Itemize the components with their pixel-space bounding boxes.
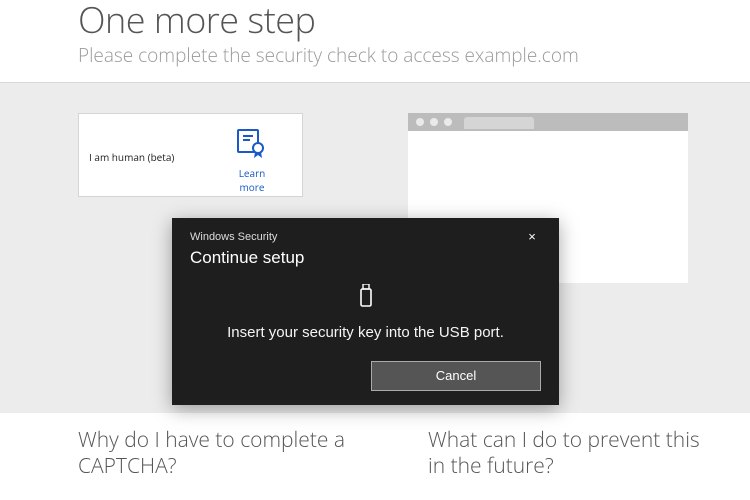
window-dot-icon [444, 118, 452, 126]
faq-why-captcha: Why do I have to complete a CAPTCHA? [78, 427, 368, 480]
faq-prevent-future: What can I do to prevent this in the fut… [428, 427, 718, 480]
captcha-branding: Learn more [225, 126, 279, 196]
page-header: One more step Please complete the securi… [0, 0, 750, 83]
dialog-window-title: Windows Security [190, 231, 277, 243]
window-dot-icon [430, 118, 438, 126]
usb-key-icon [190, 284, 541, 313]
challenge-area: I am human (beta) Learn more Windo [0, 83, 750, 413]
page-title: One more step [78, 0, 750, 40]
browser-titlebar [408, 113, 688, 131]
cancel-button[interactable]: Cancel [371, 361, 541, 391]
browser-tab [464, 117, 534, 129]
window-dot-icon [416, 118, 424, 126]
dialog-heading: Continue setup [190, 248, 541, 268]
captcha-learn-more-link[interactable]: Learn more [225, 166, 279, 194]
page-subtitle: Please complete the security check to ac… [78, 42, 750, 68]
dialog-actions: Cancel [190, 361, 541, 391]
dialog-titlebar: Windows Security × [190, 228, 541, 246]
captcha-widget[interactable]: I am human (beta) Learn more [78, 113, 303, 197]
close-button[interactable]: × [523, 228, 541, 246]
dialog-message: Insert your security key into the USB po… [190, 323, 541, 343]
faq-section: Why do I have to complete a CAPTCHA? Wha… [0, 413, 750, 480]
captcha-label: I am human (beta) [89, 150, 174, 164]
certificate-icon [225, 126, 279, 160]
windows-security-dialog: Windows Security × Continue setup Insert… [172, 218, 559, 405]
close-icon: × [528, 229, 536, 244]
